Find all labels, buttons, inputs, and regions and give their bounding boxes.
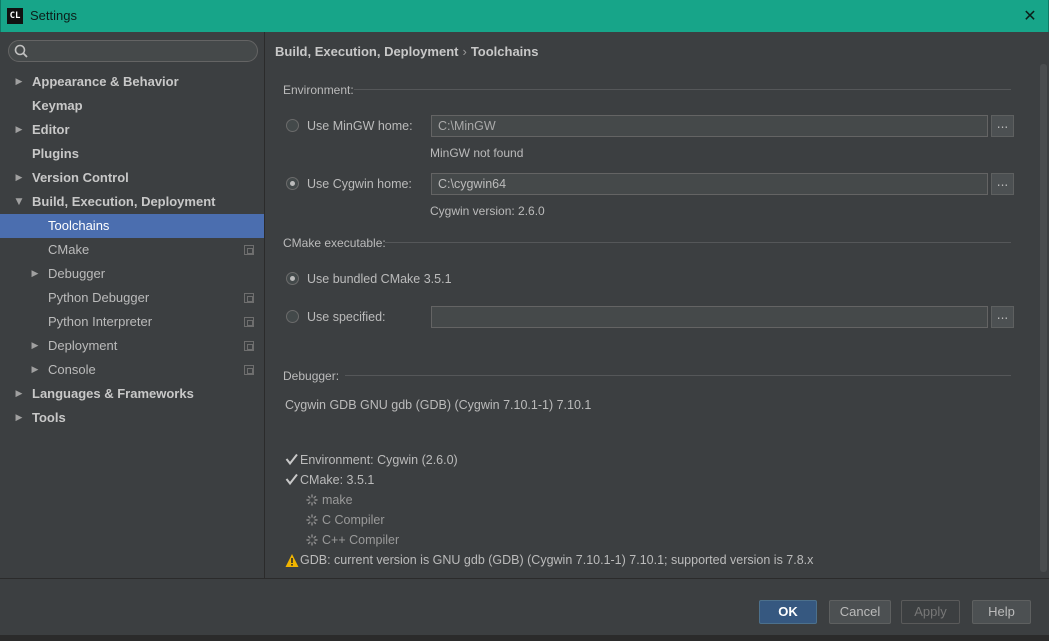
sidebar-item-label: Console bbox=[48, 362, 96, 377]
section-divider bbox=[354, 89, 1011, 90]
expand-arrow-right-icon[interactable]: ▶ bbox=[13, 70, 25, 94]
cygwin-home-field[interactable]: C:\cygwin64 bbox=[431, 173, 988, 195]
sidebar-item-toolchains[interactable]: Toolchains bbox=[0, 214, 264, 238]
radio-button-checked[interactable] bbox=[286, 177, 299, 190]
sidebar-item-label: Build, Execution, Deployment bbox=[32, 194, 216, 209]
environment-status-text: Environment: Cygwin (2.6.0) bbox=[300, 453, 458, 467]
sidebar-item-label: Tools bbox=[32, 410, 66, 425]
search-icon bbox=[14, 44, 28, 58]
settings-sidebar: ▶ Appearance & Behavior Keymap ▶ Editor Plugi… bbox=[0, 32, 265, 578]
sidebar-item-label: Deployment bbox=[48, 338, 118, 353]
cmake-path-field[interactable] bbox=[431, 306, 988, 328]
cmake-browse-button[interactable]: ... bbox=[991, 306, 1014, 328]
project-settings-icon bbox=[244, 317, 254, 327]
expand-arrow-right-icon[interactable]: ▶ bbox=[13, 406, 25, 430]
sidebar-item-keymap[interactable]: Keymap bbox=[0, 94, 264, 118]
breadcrumb-separator: › bbox=[462, 44, 467, 59]
sidebar-item-python-interpreter[interactable]: Python Interpreter bbox=[0, 310, 264, 334]
apply-button[interactable]: Apply bbox=[901, 600, 960, 624]
expand-arrow-right-icon[interactable]: ▶ bbox=[13, 166, 25, 190]
settings-tree: ▶ Appearance & Behavior Keymap ▶ Editor Plugi… bbox=[0, 70, 264, 430]
cmake-section-title: CMake executable: bbox=[283, 236, 386, 250]
sidebar-item-tools[interactable]: ▶ Tools bbox=[0, 406, 264, 430]
help-button[interactable]: Help bbox=[972, 600, 1031, 624]
dialog-footer: OK Cancel Apply Help bbox=[0, 578, 1049, 635]
use-specified-label: Use specified: bbox=[307, 310, 386, 324]
sidebar-item-label: Toolchains bbox=[48, 218, 110, 233]
sidebar-item-console[interactable]: ▶ Console bbox=[0, 358, 264, 382]
sidebar-item-label: Editor bbox=[32, 122, 70, 137]
cpp-compiler-status-text: C++ Compiler bbox=[322, 533, 400, 547]
cygwin-status: Cygwin version: 2.6.0 bbox=[430, 204, 545, 218]
sidebar-item-label: Plugins bbox=[32, 146, 79, 161]
sidebar-item-deployment[interactable]: ▶ Deployment bbox=[0, 334, 264, 358]
gdb-warning-text: GDB: current version is GNU gdb (GDB) (C… bbox=[300, 553, 814, 567]
cmake-status-text: CMake: 3.5.1 bbox=[300, 473, 375, 487]
expand-arrow-right-icon[interactable]: ▶ bbox=[29, 334, 41, 358]
mingw-home-field[interactable]: C:\MinGW bbox=[431, 115, 988, 137]
close-icon[interactable]: ✕ bbox=[1020, 6, 1040, 26]
title-bar: CL Settings ✕ bbox=[0, 0, 1049, 32]
expand-arrow-right-icon[interactable]: ▶ bbox=[29, 262, 41, 286]
loading-spinner-icon bbox=[306, 514, 318, 526]
warning-icon bbox=[285, 554, 299, 567]
project-settings-icon bbox=[244, 293, 254, 303]
environment-section-title: Environment: bbox=[283, 83, 354, 97]
expand-arrow-right-icon[interactable]: ▶ bbox=[29, 358, 41, 382]
sidebar-item-label: Debugger bbox=[48, 266, 106, 281]
loading-spinner-icon bbox=[306, 494, 318, 506]
radio-button[interactable] bbox=[286, 310, 299, 323]
expand-arrow-right-icon[interactable]: ▶ bbox=[13, 382, 25, 406]
breadcrumb-current: Toolchains bbox=[470, 44, 539, 59]
mingw-browse-button[interactable]: ... bbox=[991, 115, 1014, 137]
c-compiler-status-text: C Compiler bbox=[322, 513, 385, 527]
project-settings-icon bbox=[244, 245, 254, 255]
debugger-value: Cygwin GDB GNU gdb (GDB) (Cygwin 7.10.1-… bbox=[285, 398, 592, 412]
sidebar-item-appearance-behavior[interactable]: ▶ Appearance & Behavior bbox=[0, 70, 264, 94]
section-divider bbox=[385, 242, 1011, 243]
clion-app-icon: CL bbox=[7, 8, 23, 24]
sidebar-item-label: Python Debugger bbox=[48, 290, 150, 305]
radio-button-checked[interactable] bbox=[286, 272, 299, 285]
loading-spinner-icon bbox=[306, 534, 318, 546]
debugger-section-title: Debugger: bbox=[283, 369, 340, 383]
cancel-button[interactable]: Cancel bbox=[829, 600, 891, 624]
make-status-text: make bbox=[322, 493, 353, 507]
use-cygwin-label: Use Cygwin home: bbox=[307, 177, 412, 191]
search-field[interactable] bbox=[8, 40, 258, 62]
sidebar-item-languages-frameworks[interactable]: ▶ Languages & Frameworks bbox=[0, 382, 264, 406]
sidebar-item-debugger[interactable]: ▶ Debugger bbox=[0, 262, 264, 286]
sidebar-item-cmake[interactable]: CMake bbox=[0, 238, 264, 262]
background-editor bbox=[0, 635, 1049, 641]
sidebar-item-label: Languages & Frameworks bbox=[32, 386, 194, 401]
sidebar-item-editor[interactable]: ▶ Editor bbox=[0, 118, 264, 142]
checkmark-icon bbox=[285, 473, 298, 486]
sidebar-item-label: Version Control bbox=[32, 170, 129, 185]
expand-arrow-right-icon[interactable]: ▶ bbox=[13, 118, 25, 142]
sidebar-item-label: Keymap bbox=[32, 98, 83, 113]
project-settings-icon bbox=[244, 365, 254, 375]
sidebar-item-plugins[interactable]: Plugins bbox=[0, 142, 264, 166]
use-bundled-cmake-label: Use bundled CMake 3.5.1 bbox=[307, 272, 452, 286]
project-settings-icon bbox=[244, 341, 254, 351]
window-title: Settings bbox=[30, 8, 77, 23]
section-divider bbox=[345, 375, 1011, 376]
vertical-scrollbar[interactable] bbox=[1040, 64, 1047, 572]
sidebar-item-label: Appearance & Behavior bbox=[32, 74, 179, 89]
sidebar-item-build-execution-deployment[interactable]: ▼ Build, Execution, Deployment bbox=[0, 190, 264, 214]
ok-button[interactable]: OK bbox=[759, 600, 817, 624]
checkmark-icon bbox=[285, 453, 298, 466]
use-mingw-label: Use MinGW home: bbox=[307, 119, 413, 133]
sidebar-item-python-debugger[interactable]: Python Debugger bbox=[0, 286, 264, 310]
mingw-status: MinGW not found bbox=[430, 146, 524, 160]
sidebar-item-label: CMake bbox=[48, 242, 90, 257]
toolchains-panel: Build, Execution, Deployment › Toolchains … bbox=[266, 32, 1049, 578]
cygwin-browse-button[interactable]: ... bbox=[991, 173, 1014, 195]
sidebar-item-label: Python Interpreter bbox=[48, 314, 153, 329]
expand-arrow-down-icon[interactable]: ▼ bbox=[13, 190, 25, 214]
sidebar-item-version-control[interactable]: ▶ Version Control bbox=[0, 166, 264, 190]
breadcrumb: Build, Execution, Deployment › Toolchains bbox=[275, 44, 538, 59]
breadcrumb-parent: Build, Execution, Deployment bbox=[275, 44, 459, 59]
radio-button[interactable] bbox=[286, 119, 299, 132]
